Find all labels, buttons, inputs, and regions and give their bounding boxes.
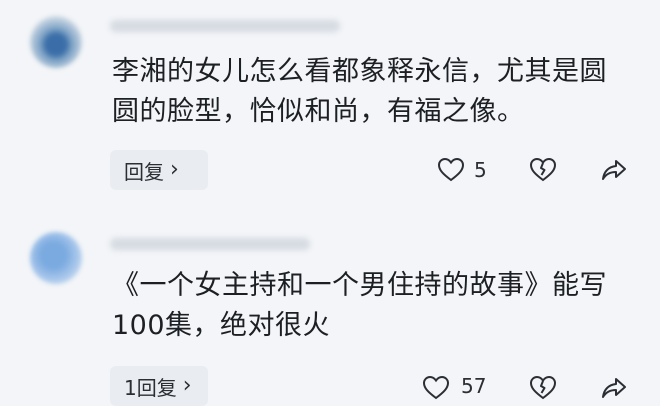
reply-button[interactable]: 1回复 › xyxy=(110,366,208,406)
avatar[interactable] xyxy=(30,232,82,284)
like-count: 5 xyxy=(474,158,487,182)
comment-text: 《一个女主持和一个男住持的故事》能写100集，绝对很火 xyxy=(112,270,607,341)
blurred-username-and-timestamp xyxy=(110,20,340,32)
reply-button[interactable]: 回复 › xyxy=(110,150,208,190)
heart-outline-icon[interactable] xyxy=(437,157,465,183)
chevron-right-icon: › xyxy=(170,157,179,182)
broken-heart-icon[interactable] xyxy=(529,157,557,183)
comment-card: 《一个女主持和一个男住持的故事》能写100集，绝对很火 1回复 › 57 xyxy=(0,218,660,406)
share-arrow-icon[interactable] xyxy=(600,375,628,401)
blurred-username-and-timestamp xyxy=(110,238,310,250)
broken-heart-icon[interactable] xyxy=(529,375,557,401)
comment-card: 李湘的女儿怎么看都象释永信，尤其是圆圆的脸型，恰似和尚，有福之像。 回复 › 5 xyxy=(0,0,660,200)
reply-label: 1回复 xyxy=(124,375,177,400)
reply-label: 回复 xyxy=(124,159,164,184)
chevron-right-icon: › xyxy=(182,373,192,398)
heart-outline-icon[interactable] xyxy=(422,375,450,401)
avatar[interactable] xyxy=(30,16,82,68)
comment-text: 李湘的女儿怎么看都象释永信，尤其是圆圆的脸型，恰似和尚，有福之像。 xyxy=(112,56,607,127)
share-arrow-icon[interactable] xyxy=(600,157,628,183)
like-count: 57 xyxy=(461,374,487,398)
